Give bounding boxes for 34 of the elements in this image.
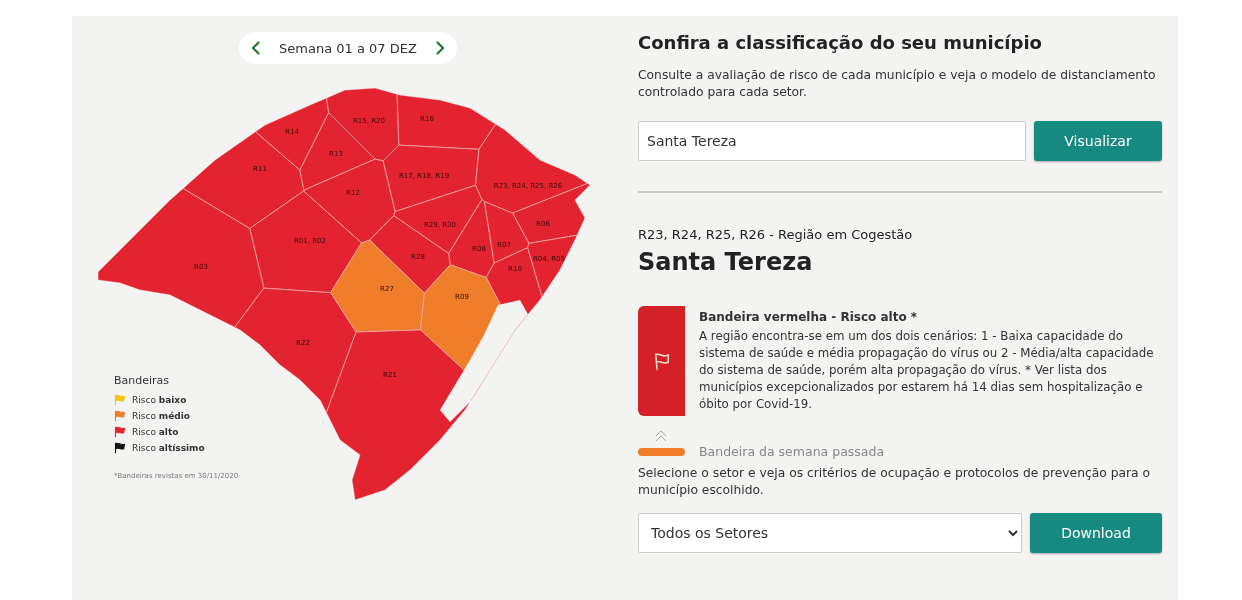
sector-select[interactable]: Todos os Setores <box>638 513 1022 553</box>
chevron-left-icon <box>251 41 261 55</box>
double-chevron-up-icon <box>655 430 667 442</box>
flag-icon <box>114 410 126 422</box>
map-region[interactable] <box>512 183 590 244</box>
flag-title: Bandeira vermelha - Risco alto * <box>699 310 919 324</box>
legend-title: Bandeiras <box>114 374 171 387</box>
week-label: Semana 01 a 07 DEZ <box>279 40 417 56</box>
map-region[interactable] <box>326 88 400 162</box>
municipality-field[interactable]: Santa Tereza <box>638 121 1026 161</box>
next-week-button[interactable] <box>433 39 447 57</box>
map-region[interactable] <box>255 97 330 171</box>
flag-icon <box>114 426 126 438</box>
chevron-right-icon <box>435 41 445 55</box>
legend-label: Risco altíssimo <box>132 443 205 453</box>
flag-icon <box>114 394 126 406</box>
map-region[interactable] <box>396 93 497 150</box>
flag-icon <box>114 442 126 454</box>
sector-instruction: Selecione o setor e veja os critérios de ocupação e protocolos de prevenção para o município escolhido. <box>638 465 1152 499</box>
section-description: Consulte a avaliação de risco de cada município e veja o modelo de distanciamento controlado para cada setor. <box>638 67 1157 101</box>
download-button[interactable]: Download <box>1030 513 1162 553</box>
previous-week-button[interactable] <box>249 39 263 57</box>
legend-label: Risco baixo <box>132 395 187 405</box>
flag-description: A região encontra-se em um dos dois cenários: 1 - Baixa capacidade do sistema de saúde e média propagação do vírus ou 2 - Média/alta capacidade do sistema de saúde, porém alta propagação do vírus. * Ver lista dos municípios excepcionalizados por estarem há 14 dias sem hospitalização e óbito por Covid-19. <box>699 328 1155 413</box>
legend-label: Risco médio <box>132 411 190 421</box>
map-region[interactable] <box>326 329 481 500</box>
legend-label: Risco alto <box>132 427 179 437</box>
map-region[interactable] <box>98 188 265 328</box>
map-region[interactable] <box>234 287 357 414</box>
municipality-name: Santa Tereza <box>638 248 814 276</box>
previous-flag-label: Bandeira da semana passada <box>699 444 885 459</box>
view-button[interactable]: Visualizar <box>1034 121 1162 161</box>
region-name: R23, R24, R25, R26 - Região em Cogestão <box>638 227 914 242</box>
section-title: Confira a classificação do seu município <box>638 32 1043 53</box>
